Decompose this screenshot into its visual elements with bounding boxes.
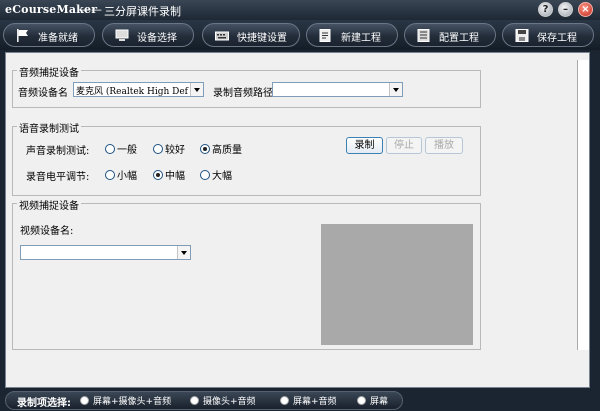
save-project-label: 保存工程 <box>537 33 577 44</box>
shortcut-settings-label: 快捷键设置 <box>237 33 287 44</box>
video-capture-title: 视频捕捉设备 <box>17 197 81 212</box>
ready-button[interactable]: 准备就绪 <box>3 23 95 47</box>
config-project-button[interactable]: 配置工程 <box>404 23 496 47</box>
radio-icon <box>105 144 115 154</box>
audio-device-value: 麦克风 (Realtek High Def <box>76 87 188 97</box>
shortcut-settings-button[interactable]: 快捷键设置 <box>202 23 300 47</box>
keyboard-icon <box>215 31 229 41</box>
device-select-label: 设备选择 <box>137 33 177 44</box>
quality-option-high[interactable]: 高质量 <box>200 141 242 156</box>
quality-option-normal[interactable]: 一般 <box>105 141 137 156</box>
audio-device-select[interactable]: 麦克风 (Realtek High Def <box>73 82 204 97</box>
stop-button[interactable]: 停止 <box>386 137 422 154</box>
window-subtitle: 三分屏课件录制 <box>104 5 181 18</box>
video-preview <box>321 224 473 345</box>
bottom-bar: 录制项选择: 屏幕+摄像头+音频 摄像头+音频 屏幕+音频 屏幕 <box>0 389 600 411</box>
record-button[interactable]: 录制 <box>346 137 383 154</box>
voice-test-title: 语音录制测试 <box>17 120 81 135</box>
flag-icon <box>17 29 28 42</box>
new-project-button[interactable]: 新建工程 <box>306 23 398 47</box>
option-screen[interactable]: 屏幕 <box>357 394 388 407</box>
radio-icon <box>280 396 289 405</box>
level-option-large[interactable]: 大幅 <box>200 167 232 182</box>
video-device-select[interactable] <box>20 245 191 260</box>
chevron-down-icon[interactable] <box>389 83 402 96</box>
close-icon[interactable]: × <box>578 2 593 17</box>
new-project-label: 新建工程 <box>341 33 381 44</box>
audio-path-select[interactable] <box>272 82 403 97</box>
title-bar: eCourseMaker —— 三分屏课件录制 ? – × <box>0 0 600 20</box>
config-icon <box>417 29 430 42</box>
device-icon <box>115 29 129 41</box>
radio-icon <box>357 396 366 405</box>
audio-capture-title: 音频捕捉设备 <box>17 64 81 79</box>
option-camera-audio[interactable]: 摄像头+音频 <box>190 394 256 407</box>
config-project-label: 配置工程 <box>439 33 479 44</box>
quality-option-good[interactable]: 较好 <box>153 141 185 156</box>
quality-label: 声音录制测试: <box>26 146 90 157</box>
new-project-icon <box>319 29 331 42</box>
level-option-small[interactable]: 小幅 <box>105 167 137 182</box>
recording-options-caption: 录制项选择: <box>17 398 71 409</box>
toolbar: 准备就绪 设备选择 快捷键设置 新建工程 配置工程 保存工程 <box>0 20 600 50</box>
radio-selected-icon <box>153 170 163 180</box>
vertical-scrollbar[interactable] <box>577 60 589 350</box>
level-label: 录音电平调节: <box>26 172 90 183</box>
play-button[interactable]: 播放 <box>425 137 463 154</box>
radio-icon <box>153 144 163 154</box>
chevron-down-icon[interactable] <box>190 83 203 96</box>
chevron-down-icon[interactable] <box>177 246 190 259</box>
video-device-label: 视频设备名: <box>20 226 74 237</box>
option-screen-audio[interactable]: 屏幕+音频 <box>280 394 337 407</box>
minimize-icon[interactable]: – <box>558 2 573 17</box>
save-icon <box>515 29 529 42</box>
ready-button-label: 准备就绪 <box>38 33 78 44</box>
device-select-button[interactable]: 设备选择 <box>102 23 194 47</box>
save-project-button[interactable]: 保存工程 <box>502 23 594 47</box>
audio-device-label: 音频设备名 <box>18 88 68 99</box>
radio-icon <box>190 396 199 405</box>
help-icon[interactable]: ? <box>538 2 553 17</box>
option-screen-camera-audio[interactable]: 屏幕+摄像头+音频 <box>80 394 171 407</box>
audio-path-label: 录制音频路径 <box>213 88 273 99</box>
radio-icon <box>105 170 115 180</box>
radio-icon <box>80 396 89 405</box>
title-separator: —— <box>80 3 102 16</box>
radio-icon <box>200 170 210 180</box>
level-option-medium[interactable]: 中幅 <box>153 167 185 182</box>
radio-selected-icon <box>200 144 210 154</box>
